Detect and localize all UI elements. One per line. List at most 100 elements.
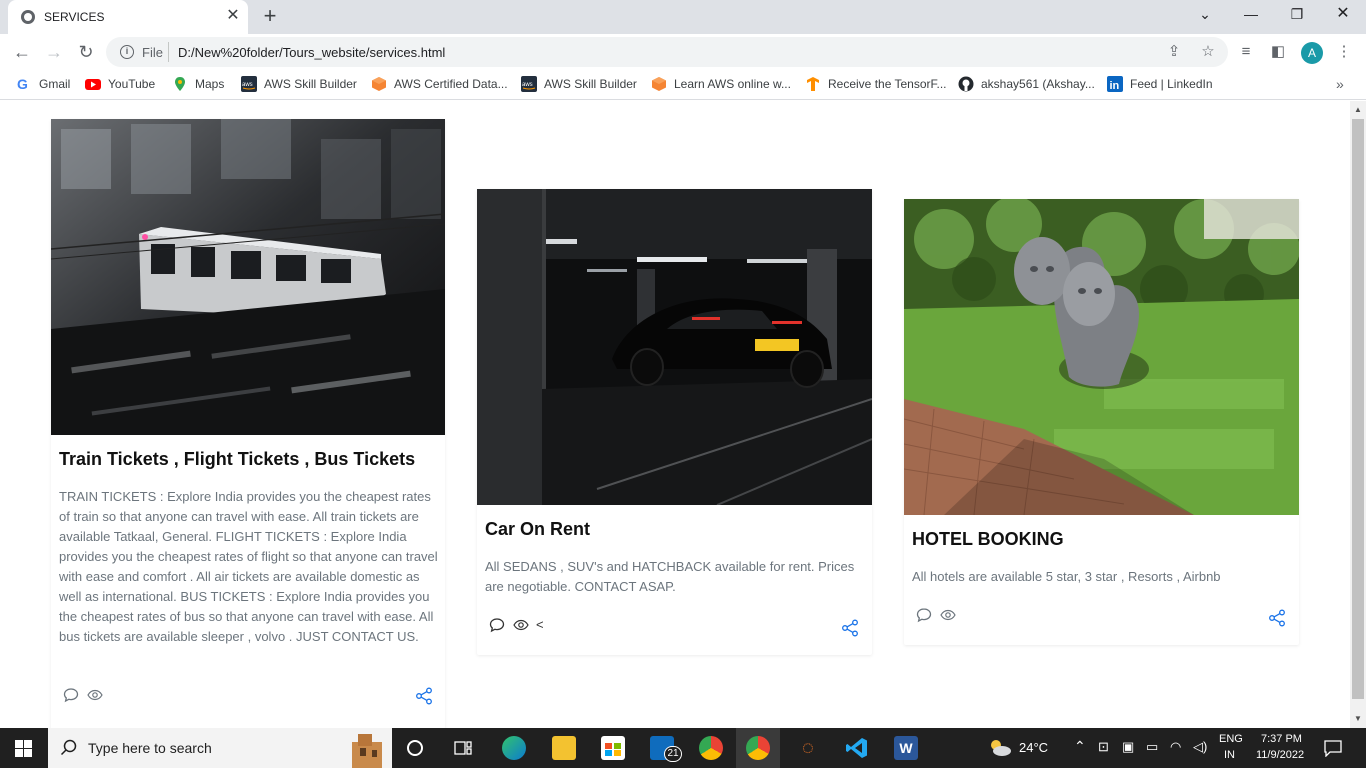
close-tab-icon[interactable]: ✕ xyxy=(224,7,242,25)
aws-cube-icon xyxy=(651,76,667,92)
file-explorer-icon[interactable] xyxy=(552,736,576,760)
reload-icon[interactable]: ↻ xyxy=(74,40,98,64)
language-indicator[interactable]: ENG xyxy=(1219,733,1243,745)
menu-kebab-icon[interactable]: ⋮ xyxy=(1334,43,1354,61)
globe-icon xyxy=(21,10,35,24)
tray-device-icon[interactable]: ▣ xyxy=(1122,739,1134,755)
back-arrow-icon[interactable]: ← xyxy=(10,40,34,64)
aws-icon: aws xyxy=(521,76,537,92)
side-panel-icon[interactable]: ◧ xyxy=(1268,43,1288,61)
restore-button[interactable]: ❐ xyxy=(1282,4,1312,24)
edge-browser-icon[interactable] xyxy=(502,736,526,760)
bookmark-gmail[interactable]: G Gmail xyxy=(16,76,70,94)
battery-icon[interactable]: ▭ xyxy=(1146,739,1158,755)
bookmark-github[interactable]: akshay561 (Akshay... xyxy=(958,76,1095,94)
forward-arrow-icon[interactable]: → xyxy=(42,40,66,64)
weather-cloud-icon[interactable] xyxy=(987,738,1013,758)
scroll-down-icon[interactable]: ▼ xyxy=(1350,712,1366,726)
word-icon[interactable]: W xyxy=(894,736,918,760)
linkedin-icon: in xyxy=(1107,76,1123,92)
wifi-icon[interactable]: ◠ xyxy=(1170,739,1181,755)
aws-cube-icon xyxy=(371,76,387,92)
share-icon[interactable] xyxy=(415,687,433,705)
extra-char: < xyxy=(536,617,544,632)
new-tab-button[interactable]: + xyxy=(260,4,280,28)
share-icon[interactable] xyxy=(1268,609,1286,627)
service-card-car-rent: Car On Rent All SEDANS , SUV's and HATCH… xyxy=(477,189,872,655)
windows-start-icon[interactable] xyxy=(15,740,32,757)
bookmark-youtube[interactable]: YouTube xyxy=(85,76,155,94)
page-content: Train Tickets , Flight Tickets , Bus Tic… xyxy=(0,101,1350,728)
minimize-button[interactable]: — xyxy=(1236,4,1266,24)
hotel-image xyxy=(904,199,1299,515)
comment-icon[interactable] xyxy=(489,617,505,633)
bookmark-star-icon[interactable]: ☆ xyxy=(1198,43,1218,61)
train-image xyxy=(51,119,445,435)
tab-search-icon[interactable]: ⌄ xyxy=(1190,4,1220,24)
taskbar-search-box[interactable]: Type here to search xyxy=(48,728,392,768)
card-title: Train Tickets , Flight Tickets , Bus Tic… xyxy=(59,449,416,469)
scrollbar-thumb[interactable] xyxy=(1352,119,1364,699)
page-scrollbar[interactable]: ▲ ▼ xyxy=(1350,101,1366,728)
tray-app-icon[interactable]: ⊡ xyxy=(1098,739,1109,755)
browser-toolbar: ← → ↻ i File D:/New%20folder/Tours_websi… xyxy=(0,34,1366,70)
gmail-icon: G xyxy=(16,76,32,92)
bookmark-learn-aws[interactable]: Learn AWS online w... xyxy=(651,76,791,94)
bookmarks-bar: G Gmail YouTube Maps aws AWS Skill Builder… xyxy=(0,70,1366,100)
weather-temperature[interactable]: 24°C xyxy=(1019,740,1048,755)
close-window-button[interactable]: ✕ xyxy=(1328,4,1358,24)
tray-chevron-icon[interactable]: ⌃ xyxy=(1074,738,1086,755)
browser-tab[interactable]: SERVICES ✕ xyxy=(8,0,248,34)
address-bar[interactable]: i File D:/New%20folder/Tours_website/ser… xyxy=(106,37,1228,67)
url-separator xyxy=(168,42,169,62)
share-icon[interactable] xyxy=(841,619,859,637)
clock-time[interactable]: 7:37 PM xyxy=(1261,733,1302,745)
aws-icon: aws xyxy=(241,76,257,92)
info-icon[interactable]: i xyxy=(120,45,134,59)
card-title: HOTEL BOOKING xyxy=(912,529,1064,549)
chrome-profile-icon[interactable] xyxy=(746,736,770,760)
svg-text:aws: aws xyxy=(522,82,533,88)
cortana-icon[interactable] xyxy=(406,739,424,757)
share-page-icon[interactable]: ⇪ xyxy=(1164,43,1184,61)
car-image xyxy=(477,189,872,505)
eye-icon[interactable] xyxy=(513,617,529,633)
bookmark-maps[interactable]: Maps xyxy=(172,76,224,94)
comment-icon[interactable] xyxy=(63,687,79,703)
url-scheme: File xyxy=(142,45,163,60)
chrome-icon[interactable] xyxy=(699,736,723,760)
card-actions xyxy=(63,687,433,707)
card-actions: < xyxy=(489,617,860,637)
vscode-icon[interactable] xyxy=(845,736,869,760)
card-actions xyxy=(916,607,1287,627)
bookmark-linkedin[interactable]: in Feed | LinkedIn xyxy=(1107,76,1213,94)
scroll-up-icon[interactable]: ▲ xyxy=(1350,103,1366,117)
mail-badge: 21 xyxy=(664,746,682,762)
eye-icon[interactable] xyxy=(940,607,956,623)
comment-icon[interactable] xyxy=(916,607,932,623)
svg-text:aws: aws xyxy=(242,82,253,88)
maps-icon xyxy=(172,76,188,92)
reading-list-icon[interactable]: ≡ xyxy=(1236,43,1256,61)
task-view-icon[interactable] xyxy=(454,739,472,757)
eye-icon[interactable] xyxy=(87,687,103,703)
url-text[interactable]: D:/New%20folder/Tours_website/services.h… xyxy=(178,45,445,60)
microsoft-store-icon[interactable] xyxy=(601,736,625,760)
profile-avatar[interactable]: A xyxy=(1301,42,1323,64)
bookmark-aws-skill-builder-2[interactable]: aws AWS Skill Builder xyxy=(521,76,637,94)
card-title: Car On Rent xyxy=(485,519,591,539)
bookmark-aws-certified[interactable]: AWS Certified Data... xyxy=(371,76,508,94)
volume-icon[interactable]: ◁) xyxy=(1193,739,1207,755)
more-bookmarks-icon[interactable]: » xyxy=(1336,76,1344,92)
tab-title: SERVICES xyxy=(44,10,105,24)
notification-icon[interactable] xyxy=(1324,739,1342,757)
search-highlight-icon xyxy=(352,734,382,768)
tensorflow-icon xyxy=(805,76,821,92)
tab-strip: SERVICES ✕ + ⌄ — ❐ ✕ xyxy=(0,0,1366,34)
language-region: IN xyxy=(1224,749,1235,761)
bookmark-aws-skill-builder[interactable]: aws AWS Skill Builder xyxy=(241,76,357,94)
service-card-tickets: Train Tickets , Flight Tickets , Bus Tic… xyxy=(51,119,445,728)
bookmark-tensorflow[interactable]: Receive the TensorF... xyxy=(805,76,947,94)
card-description: All hotels are available 5 star, 3 star … xyxy=(912,569,1221,584)
jupyter-icon[interactable]: ◌ xyxy=(796,736,820,760)
